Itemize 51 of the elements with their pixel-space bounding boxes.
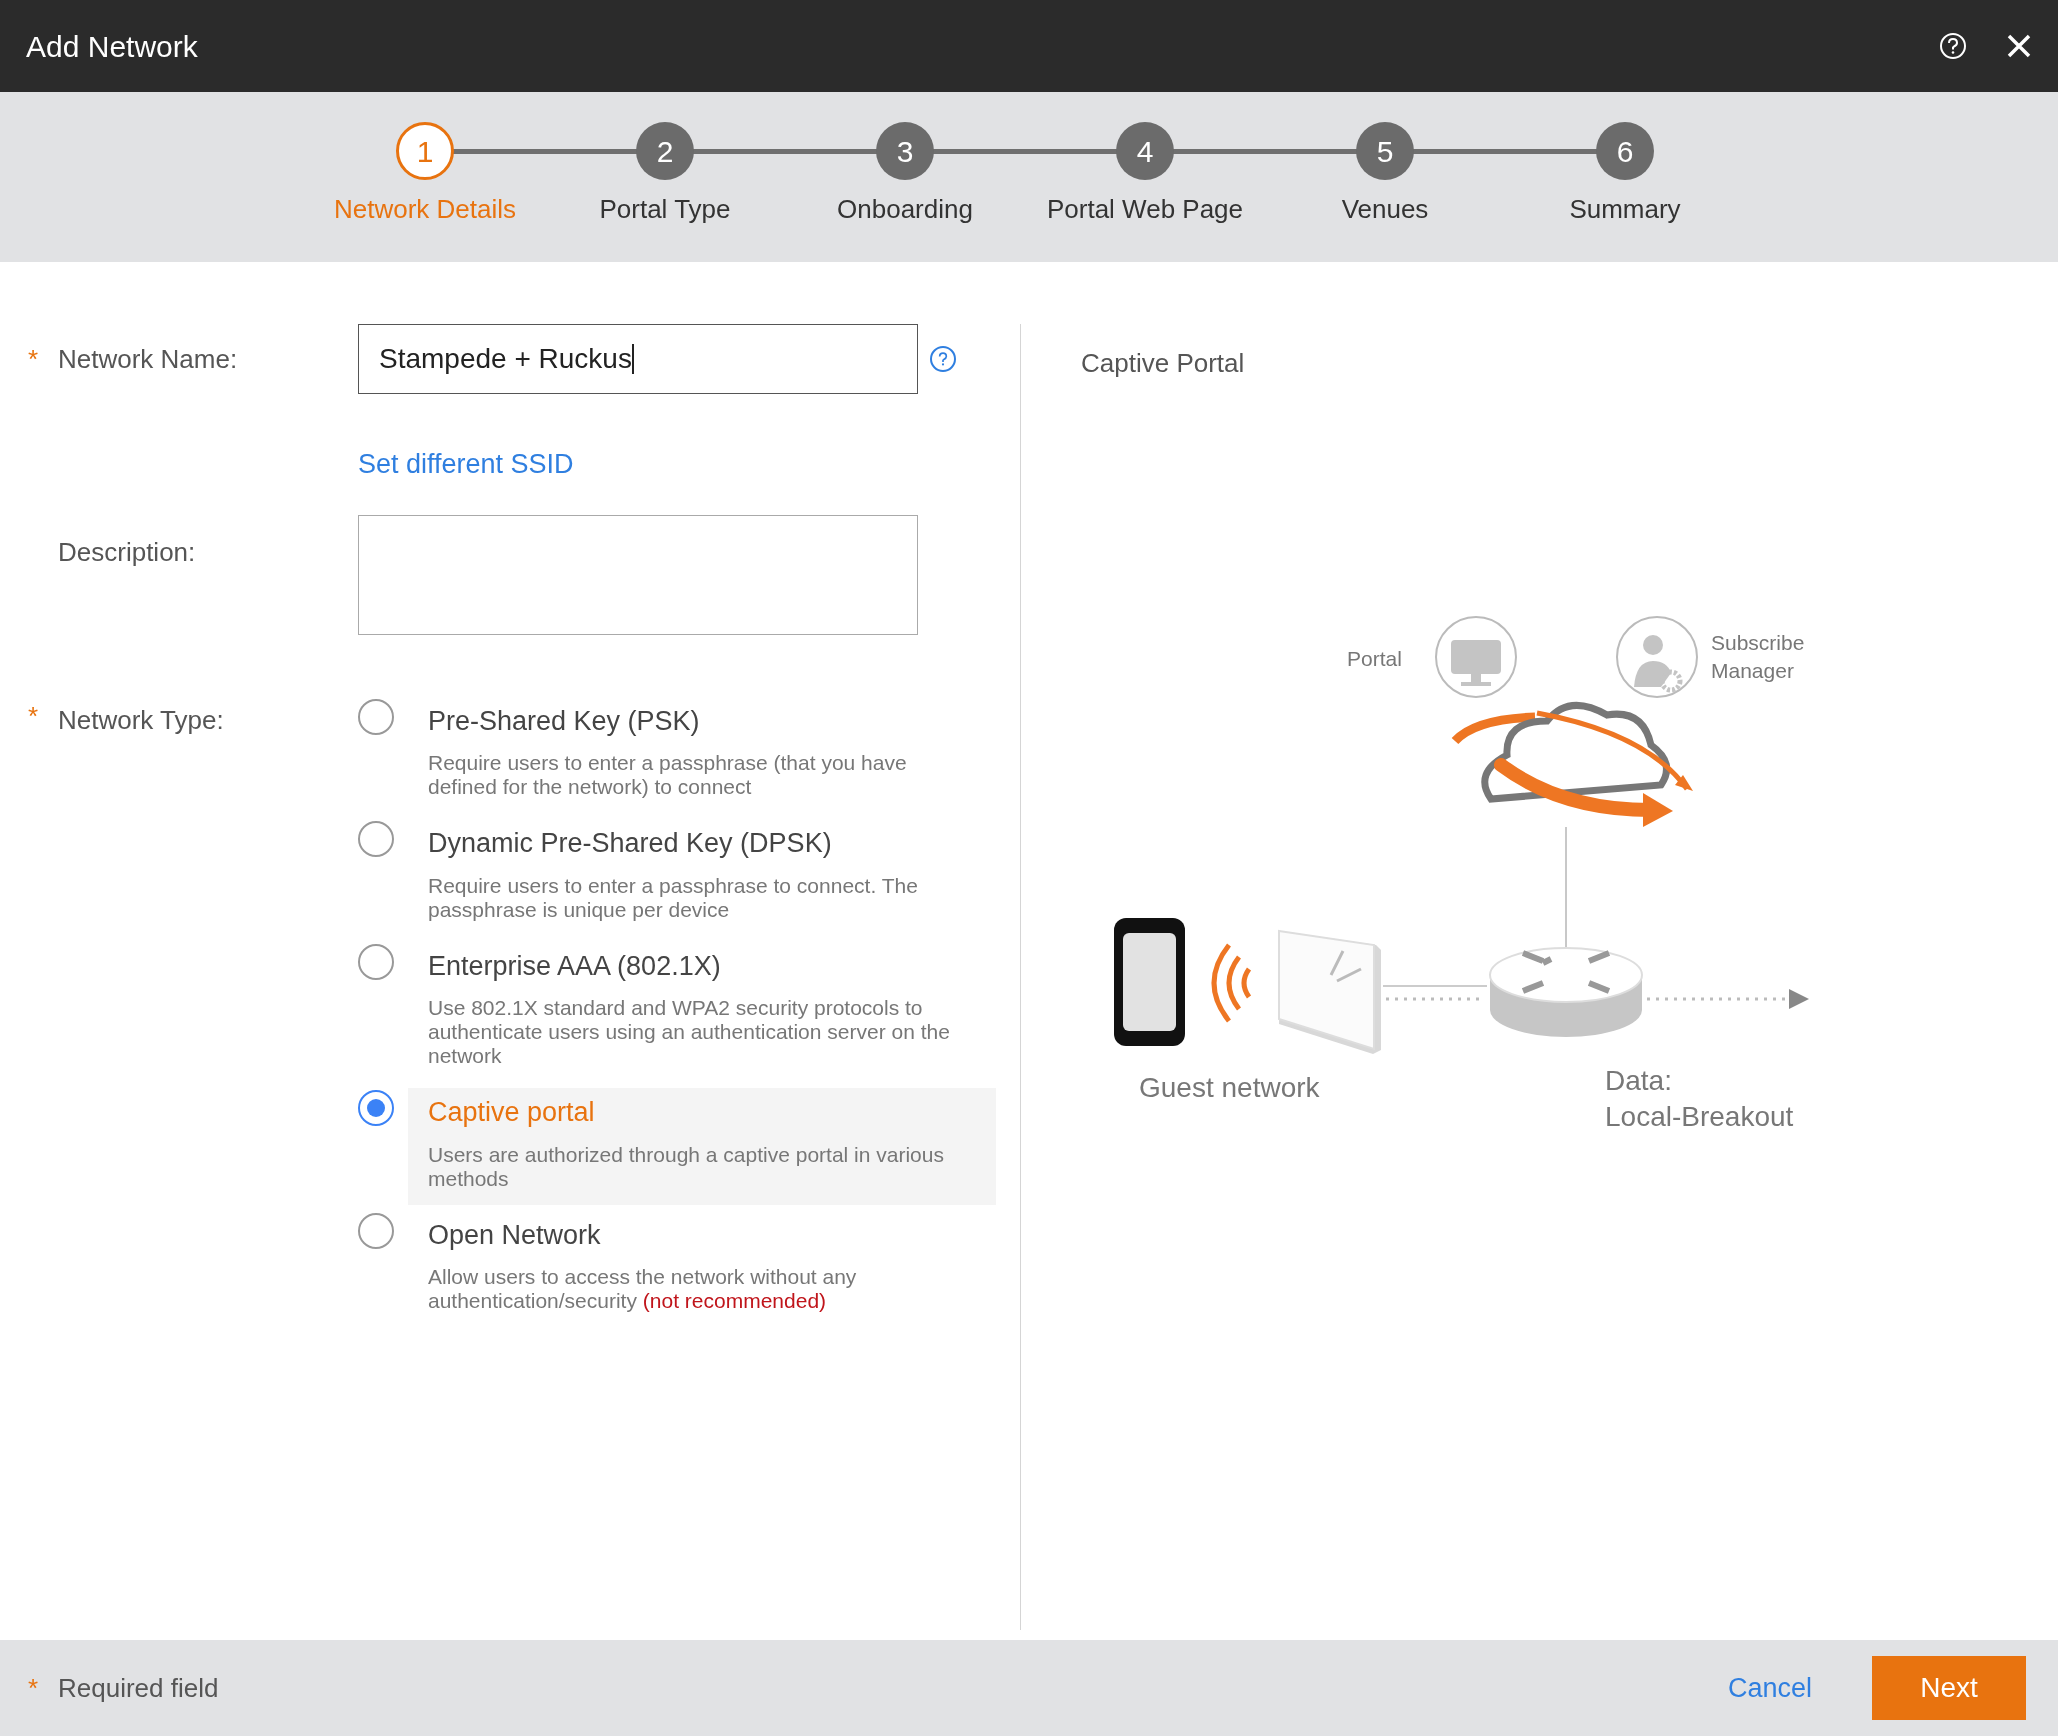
option-panel[interactable]: Pre-Shared Key (PSK) Require users to enter a passphrase (that you have defined for the network) to connect (408, 696, 996, 813)
option-description: Allow users to access the network without any authentication/security (not recommended) (428, 1265, 858, 1313)
option-description: Require users to enter a passphrase (that you have defined for the network) to connect (428, 751, 908, 799)
option-title: Dynamic Pre-Shared Key (DPSK) (428, 827, 833, 860)
radio-button[interactable] (358, 1212, 394, 1249)
dialog-title: Add Network (26, 28, 199, 65)
option-panel[interactable]: Dynamic Pre-Shared Key (DPSK) Require users to enter a passphrase to connect. The passphrase is unique per device (408, 819, 996, 936)
wifi-waves-icon (1211, 943, 1252, 1023)
data-label: Data: Local-Breakout (1605, 1064, 1794, 1134)
radio-button[interactable] (358, 698, 394, 735)
step-label: Venues (1341, 193, 1429, 226)
step-label: Portal Web Page (1046, 193, 1244, 226)
option-panel[interactable]: Captive portal Users are authorized through a captive portal in various methods (408, 1088, 996, 1205)
field-label: Network Name: (58, 342, 239, 376)
field-label: Network Type: (58, 703, 225, 737)
portal-label: Portal (1347, 646, 1402, 672)
step-label: Summary (1569, 193, 1681, 226)
router-icon (1489, 947, 1643, 1037)
preview-title: Captive Portal (1081, 347, 1246, 380)
cancel-link[interactable]: Cancel (1727, 1667, 1812, 1709)
required-note: Required field (58, 1671, 220, 1705)
network-name-field[interactable]: Stampede + Ruckus (358, 324, 918, 394)
option-description: Use 802.1X standard and WPA2 security protocols to authenticate users using an authentication server on the network (428, 996, 951, 1068)
field-label: Description: (58, 535, 197, 569)
radio-button[interactable] (358, 821, 394, 857)
option-title: Pre-Shared Key (PSK) (428, 704, 701, 738)
set-ssid-link[interactable]: Set different SSID (358, 444, 574, 485)
option-title: Enterprise AAA (802.1X) (428, 949, 722, 983)
required-asterisk: * (28, 700, 39, 731)
required-asterisk: * (28, 1672, 39, 1703)
option-title: Captive portal (428, 1096, 596, 1129)
phone-icon (1114, 918, 1185, 1046)
description-field[interactable] (358, 514, 918, 635)
portal-monitor-icon (1435, 616, 1517, 698)
close-icon[interactable] (2006, 33, 2032, 59)
radio-button[interactable] (358, 943, 394, 980)
option-title: Open Network (428, 1218, 602, 1252)
option-panel[interactable]: Enterprise AAA (802.1X) Use 802.1X standard and WPA2 security protocols to authenticate users using an authentication server on the network (408, 941, 996, 1082)
option-description: Require users to enter a passphrase to connect. The passphrase is unique per device (428, 873, 919, 922)
step-label: Onboarding (837, 193, 973, 226)
required-asterisk: * (28, 343, 39, 374)
next-button[interactable]: Next (1872, 1656, 2026, 1720)
user-gear-icon (1616, 616, 1698, 698)
radio-button[interactable] (358, 1090, 394, 1126)
step-label: Network Details (333, 193, 517, 226)
guest-network-label: Guest network (1139, 1071, 1320, 1105)
option-description: Users are authorized through a captive portal in various methods (428, 1142, 945, 1191)
option-panel[interactable]: Open Network Allow users to access the network without any authentication/security (not recommended) (408, 1210, 996, 1327)
access-point-icon (1278, 929, 1381, 1054)
step-label: Portal Type (599, 193, 731, 226)
manager-label: Subscribe Manager (1711, 630, 1805, 684)
